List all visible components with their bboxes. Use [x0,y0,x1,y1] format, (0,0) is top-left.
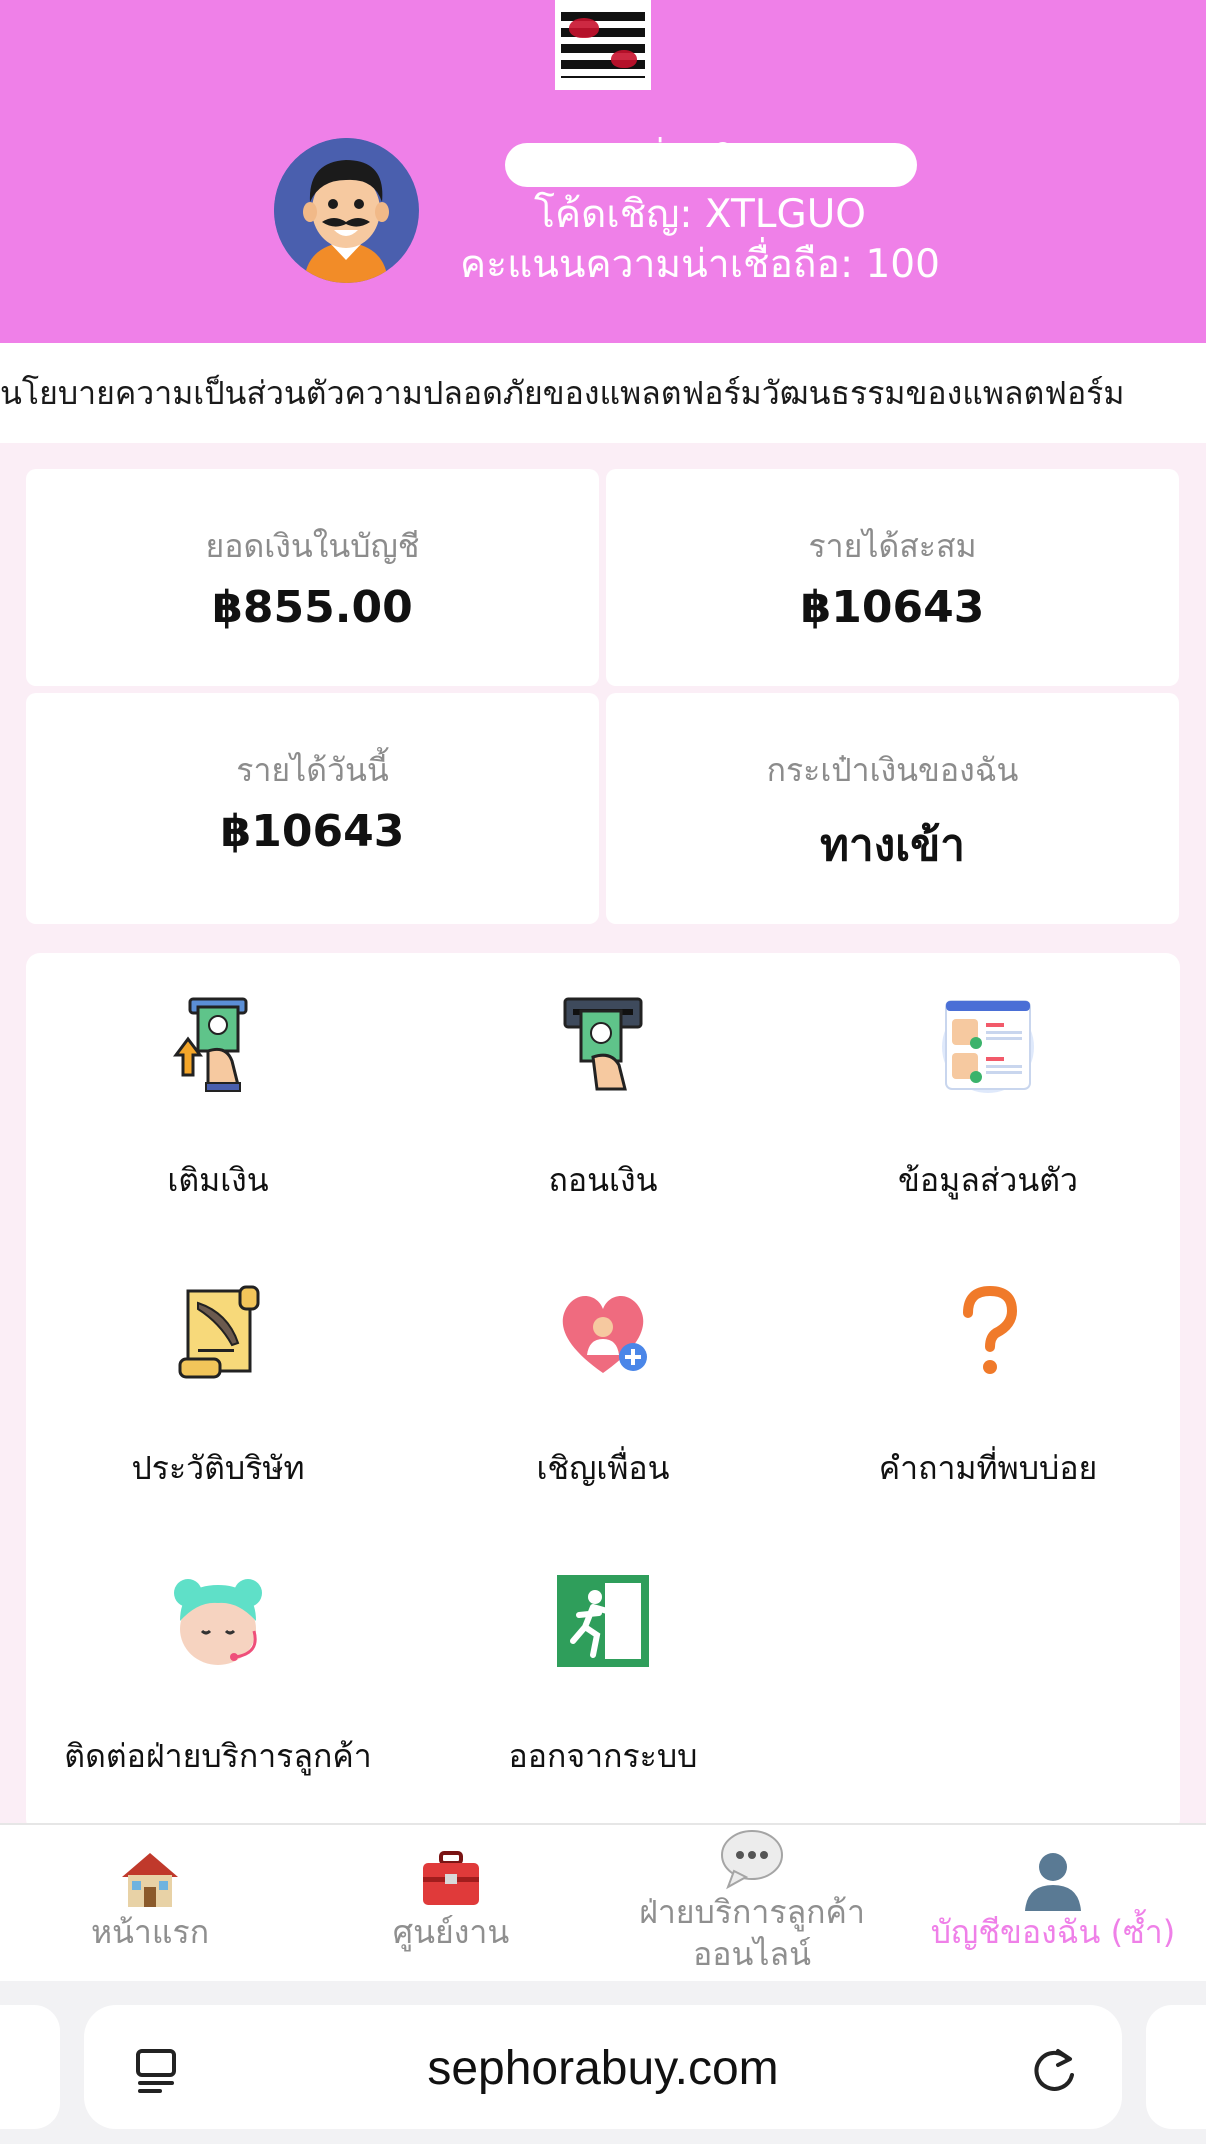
menu-card: เติมเงิน ถอนเงิน ข้อมูลส่วนตัว ประวัติบร… [26,953,1180,1833]
profile-header: SEPHORA ชื่อผู้ใช้ โค้ดเชิญ: XTLGUO คะแน… [0,0,1206,343]
url-text: sephorabuy.com [427,2042,779,2095]
total-income-label: รายได้สะสม [808,527,977,565]
nav-home[interactable]: หน้าแรก [0,1825,300,1983]
toolbox-icon [419,1847,483,1911]
menu-label-faq: คำถามที่พบบ่อย [878,1449,1098,1487]
sephora-logo: SEPHORA [555,0,651,90]
avatar [274,138,419,283]
menu-label-withdraw: ถอนเงิน [548,1161,658,1199]
invite-heart-icon [553,1283,653,1383]
support-agent-icon [168,1571,268,1671]
nav-label-home: หน้าแรก [90,1913,210,1951]
wallet-label: กระเป๋าเงินของฉัน [766,751,1019,789]
today-income-card: รายได้วันนี้ ฿10643 [26,693,599,924]
today-income-label: รายได้วันนี้ [236,751,389,789]
wallet-entry-link[interactable]: ทางเข้า [606,810,1179,880]
balance-label: ยอดเงินในบัญชี [205,527,420,565]
nav-task-center[interactable]: ศูนย์งาน [301,1825,601,1983]
nav-label-task-center: ศูนย์งาน [392,1913,510,1951]
menu-personal-info[interactable]: ข้อมูลส่วนตัว [796,995,1180,1206]
house-icon [118,1847,182,1911]
today-income-value: ฿10643 [220,806,405,857]
nav-online-support[interactable]: ฝ่ายบริการลูกค้า ออนไลน์ [602,1825,902,1983]
address-bar[interactable]: sephorabuy.com [84,2005,1122,2129]
balance-value: ฿855.00 [212,582,413,633]
menu-contact-support[interactable]: ติดต่อฝ่ายบริการลูกค้า [26,1571,410,1782]
menu-logout[interactable]: ออกจากระบบ [411,1571,795,1782]
nav-label-online-support-line2: ออนไลน์ [693,1935,811,1973]
total-income-card: รายได้สะสม ฿10643 [606,469,1179,686]
menu-label-logout: ออกจากระบบ [508,1737,698,1775]
top-up-icon [168,995,268,1095]
menu-label-top-up: เติมเงิน [167,1161,269,1199]
previous-tab-peek[interactable] [0,2005,60,2129]
menu-withdraw[interactable]: ถอนเงิน [411,995,795,1206]
wallet-card[interactable]: กระเป๋าเงินของฉัน ทางเข้า [606,693,1179,924]
menu-top-up[interactable]: เติมเงิน [26,995,410,1206]
menu-label-personal-info: ข้อมูลส่วนตัว [898,1161,1078,1199]
menu-invite-friends[interactable]: เชิญเพื่อน [411,1283,795,1494]
nav-my-account[interactable]: บัญชีของฉัน (ซ้ำ) [903,1825,1203,1983]
nav-label-online-support-line1: ฝ่ายบริการลูกค้า [639,1893,865,1931]
marquee-text: นโยบายความเป็นส่วนตัวความปลอดภัยของแพลตฟ… [0,374,1125,412]
next-tab-peek[interactable] [1146,2005,1206,2129]
menu-faq[interactable]: คำถามที่พบบ่อย [796,1283,1180,1494]
chat-bubble-icon [720,1827,784,1891]
username-redaction [505,143,917,187]
invite-code: โค้ดเชิญ: XTLGUO [534,192,866,237]
question-icon [938,1283,1038,1383]
browser-toolbar: sephorabuy.com [0,1981,1206,2144]
notice-marquee[interactable]: นโยบายความเป็นส่วนตัวความปลอดภัยของแพลตฟ… [0,343,1206,443]
credit-score: คะแนนความน่าเชื่อถือ: 100 [460,242,940,287]
scroll-icon [168,1283,268,1383]
reload-icon[interactable] [1028,2045,1080,2097]
menu-company-history[interactable]: ประวัติบริษัท [26,1283,410,1494]
logo-text: SEPHORA [582,39,624,46]
user-silhouette-icon [1021,1847,1085,1911]
exit-icon [553,1571,653,1671]
menu-label-contact-support: ติดต่อฝ่ายบริการลูกค้า [64,1737,372,1775]
total-income-value: ฿10643 [800,582,985,633]
menu-label-invite-friends: เชิญเพื่อน [536,1449,670,1487]
withdraw-icon [553,995,653,1095]
menu-label-company-history: ประวัติบริษัท [131,1449,305,1487]
bottom-nav: หน้าแรก ศูนย์งาน ฝ่ายบริการลูกค้า ออนไลน… [0,1823,1206,1981]
balance-card: ยอดเงินในบัญชี ฿855.00 [26,469,599,686]
nav-label-my-account: บัญชีของฉัน (ซ้ำ) [930,1913,1176,1951]
personal-info-icon [938,995,1038,1095]
